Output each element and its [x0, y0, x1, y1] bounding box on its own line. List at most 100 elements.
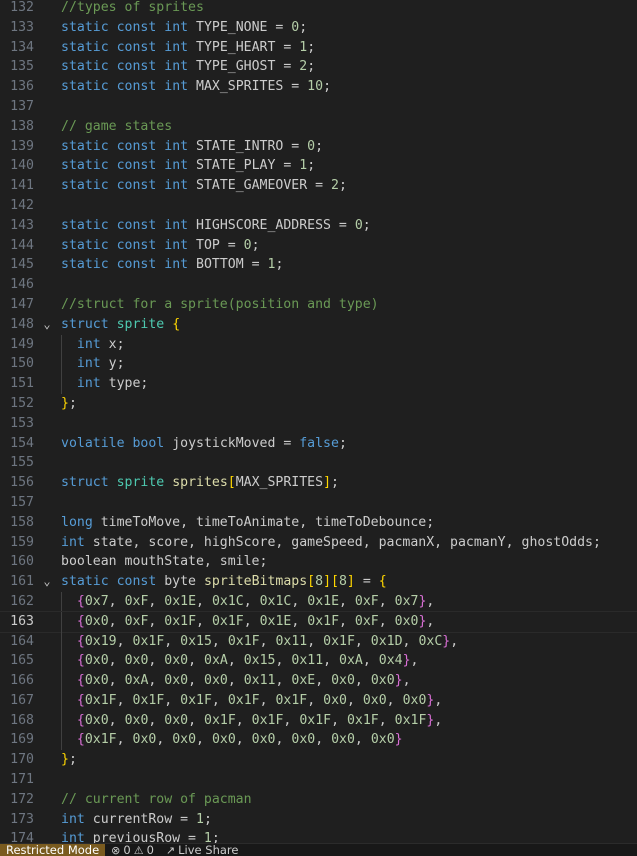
code-token: { [172, 317, 180, 332]
code-token: 0xA [204, 653, 228, 668]
code-token: , [196, 732, 212, 747]
line-code: }; [61, 750, 77, 770]
problems-indicator[interactable]: ⊗ 0 ⚠ 0 [105, 843, 160, 856]
code-token: , [331, 713, 347, 728]
code-line[interactable]: 169 {0x1F, 0x0, 0x0, 0x0, 0x0, 0x0, 0x0,… [0, 730, 637, 750]
code-token: int [164, 59, 188, 74]
line-number: 135 [0, 57, 34, 77]
code-token: static [61, 574, 109, 589]
code-line[interactable]: 151 int type; [0, 374, 637, 394]
code-token: static [61, 218, 109, 233]
code-line[interactable]: 148⌄struct sprite { [0, 315, 637, 335]
fold-chevron-icon[interactable]: ⌄ [40, 315, 54, 335]
code-line[interactable]: 144static const int TOP = 0; [0, 236, 637, 256]
code-token: ; [331, 475, 339, 490]
code-line[interactable]: 174int previousRow = 1; [0, 829, 637, 843]
code-token: 1 [204, 831, 212, 843]
code-line[interactable]: 141static const int STATE_GAMEOVER = 2; [0, 176, 637, 196]
code-line[interactable]: 146 [0, 275, 637, 295]
code-line[interactable]: 142 [0, 196, 637, 216]
code-editor[interactable]: 132//types of sprites133static const int… [0, 0, 637, 843]
code-token: , [379, 614, 395, 629]
code-token: 0x7 [85, 594, 109, 609]
code-line[interactable]: 136static const int MAX_SPRITES = 10; [0, 77, 637, 97]
code-line[interactable]: 145static const int BOTTOM = 1; [0, 255, 637, 275]
code-token: 0xA [339, 653, 363, 668]
code-token: ; [299, 20, 307, 35]
code-line[interactable]: 147//struct for a sprite(position and ty… [0, 295, 637, 315]
code-token: timeToMove, timeToAnimate, timeToDebounc… [93, 515, 434, 530]
code-token: , [315, 732, 331, 747]
code-line[interactable]: 157 [0, 493, 637, 513]
code-line[interactable]: 139static const int STATE_INTRO = 0; [0, 137, 637, 157]
code-line[interactable]: 170}; [0, 750, 637, 770]
code-line[interactable]: 153 [0, 414, 637, 434]
code-token: const [117, 40, 157, 55]
code-token [61, 594, 77, 609]
code-token: 0x1F [228, 634, 260, 649]
restricted-mode-indicator[interactable]: Restricted Mode [0, 844, 105, 856]
code-line[interactable]: 171 [0, 770, 637, 790]
line-number: 156 [0, 473, 34, 493]
code-line[interactable]: 166 {0x0, 0xA, 0x0, 0x0, 0x11, 0xE, 0x0,… [0, 671, 637, 691]
code-line[interactable]: 143static const int HIGHSCORE_ADDRESS = … [0, 216, 637, 236]
code-token: 0x1F [180, 693, 212, 708]
code-token: , [283, 713, 299, 728]
code-line[interactable]: 172// current row of pacman [0, 790, 637, 810]
line-code: int previousRow = 1; [61, 829, 220, 843]
code-token: 0x0 [252, 732, 276, 747]
code-line[interactable]: 155 [0, 453, 637, 473]
code-line[interactable]: 137 [0, 97, 637, 117]
code-token: ; [323, 79, 331, 94]
code-token: 0x15 [180, 634, 212, 649]
code-line[interactable]: 167 {0x1F, 0x1F, 0x1F, 0x1F, 0x1F, 0x0, … [0, 691, 637, 711]
code-token: , [117, 693, 133, 708]
code-line[interactable]: 158long timeToMove, timeToAnimate, timeT… [0, 513, 637, 533]
code-line[interactable]: 168 {0x0, 0x0, 0x0, 0x1F, 0x1F, 0x1F, 0x… [0, 711, 637, 731]
live-share-button[interactable]: ↗ Live Share [160, 843, 245, 856]
code-line[interactable]: 164 {0x19, 0x1F, 0x15, 0x1F, 0x11, 0x1F,… [0, 632, 637, 652]
line-code: {0x0, 0x0, 0x0, 0x1F, 0x1F, 0x1F, 0x1F, … [61, 711, 442, 731]
line-number: 138 [0, 117, 34, 137]
line-number: 141 [0, 176, 34, 196]
code-line[interactable]: 132//types of sprites [0, 0, 637, 18]
code-token: , [109, 594, 125, 609]
code-line[interactable]: 165 {0x0, 0x0, 0x0, 0xA, 0x15, 0x11, 0xA… [0, 651, 637, 671]
code-line[interactable]: 150 int y; [0, 354, 637, 374]
code-token: , [403, 634, 419, 649]
code-line[interactable]: 134static const int TYPE_HEART = 1; [0, 38, 637, 58]
code-line[interactable]: 140static const int STATE_PLAY = 1; [0, 156, 637, 176]
line-code: int y; [61, 354, 125, 374]
line-number: 162 [0, 592, 34, 612]
code-line[interactable]: 154volatile bool joystickMoved = false; [0, 434, 637, 454]
code-token [109, 574, 117, 589]
code-token: 0x1C [260, 594, 292, 609]
code-line[interactable]: 135static const int TYPE_GHOST = 2; [0, 57, 637, 77]
code-token: 0x1F [212, 614, 244, 629]
code-line[interactable]: 159int state, score, highScore, gameSpee… [0, 533, 637, 553]
code-line[interactable]: 133static const int TYPE_NONE = 0; [0, 18, 637, 38]
code-line[interactable]: 156struct sprite sprites[MAX_SPRITES]; [0, 473, 637, 493]
line-code: int type; [61, 374, 148, 394]
code-token: 0x0 [125, 653, 149, 668]
fold-chevron-icon[interactable]: ⌄ [40, 572, 54, 592]
code-line[interactable]: 160boolean mouthState, smile; [0, 552, 637, 572]
code-token: , [323, 653, 339, 668]
code-line[interactable]: 161⌄static const byte spriteBitmaps[8][8… [0, 572, 637, 592]
code-line[interactable]: 138// game states [0, 117, 637, 137]
code-line[interactable]: 173int currentRow = 1; [0, 810, 637, 830]
line-code: static const int MAX_SPRITES = 10; [61, 77, 331, 97]
code-token: , [291, 594, 307, 609]
code-token: , [275, 732, 291, 747]
line-code: }; [61, 394, 77, 414]
code-token: , [363, 653, 379, 668]
code-line[interactable]: 163 {0x0, 0xF, 0x1F, 0x1F, 0x1E, 0x1F, 0… [0, 612, 637, 632]
code-token: int [77, 376, 101, 391]
code-token: ; [69, 396, 77, 411]
code-line[interactable]: 162 {0x7, 0xF, 0x1E, 0x1C, 0x1C, 0x1E, 0… [0, 592, 637, 612]
code-line[interactable]: 152}; [0, 394, 637, 414]
code-token: int [164, 178, 188, 193]
code-token: STATE_PLAY = [188, 158, 299, 173]
code-line[interactable]: 149 int x; [0, 335, 637, 355]
code-token: 0x1F [133, 634, 165, 649]
